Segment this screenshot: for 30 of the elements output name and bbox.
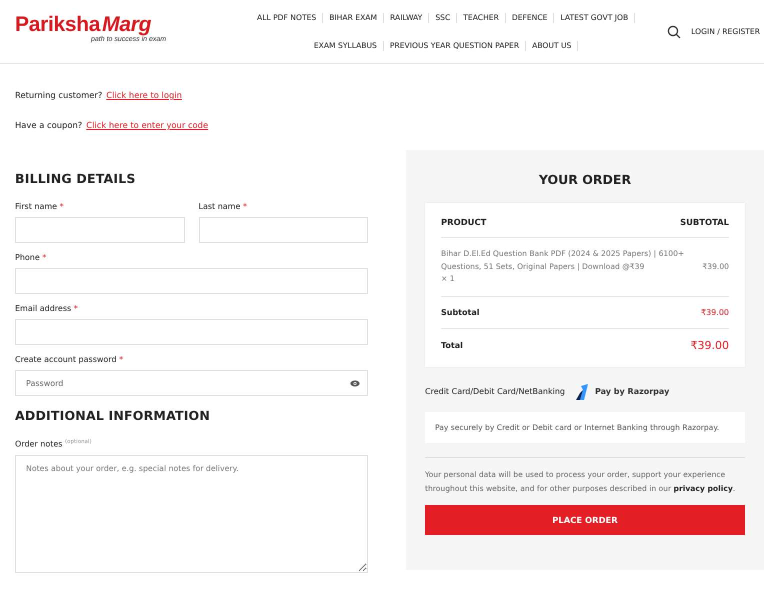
subtotal-label: Subtotal [441, 308, 480, 316]
password-field[interactable]: Password [15, 370, 368, 396]
field-label: Phone * [15, 253, 48, 262]
search-icon[interactable] [667, 24, 682, 38]
total-value: ₹39.00 [690, 339, 729, 352]
input-field[interactable] [15, 268, 368, 294]
payment-method-label[interactable]: Credit Card/Debit Card/NetBanking [425, 387, 565, 396]
field-label: Create account password * [15, 355, 124, 364]
column-header: PRODUCT [441, 217, 486, 227]
field-label: Email address * [15, 304, 79, 313]
eye-icon[interactable] [350, 380, 360, 386]
payment-provider: Pay by Razorpay [595, 387, 670, 396]
notice-text: Returning customer? [15, 90, 102, 100]
section-heading: ADDITIONAL INFORMATION [15, 408, 212, 423]
place-order-button[interactable]: PLACE ORDER [425, 504, 745, 534]
notice-link[interactable]: Click here to login [106, 90, 182, 100]
razorpay-logo-icon [575, 384, 589, 400]
order-heading: YOUR ORDER [538, 172, 632, 187]
notice-text: Have a coupon? [15, 120, 82, 130]
field-label: Order notes $^{(optional)}$ [15, 439, 93, 449]
notice-link[interactable]: Click here to enter your code [86, 120, 208, 130]
column-header: SUBTOTAL [680, 217, 729, 227]
input-field[interactable] [198, 217, 368, 243]
input-field[interactable] [15, 319, 368, 345]
total-label: Total [441, 341, 463, 350]
subtotal-value: ₹39.00 [701, 308, 729, 316]
input-field[interactable] [15, 217, 184, 243]
field-label: Last name * [198, 202, 248, 211]
section-heading: BILLING DETAILS [15, 171, 137, 186]
field-label: First name * [15, 202, 65, 211]
